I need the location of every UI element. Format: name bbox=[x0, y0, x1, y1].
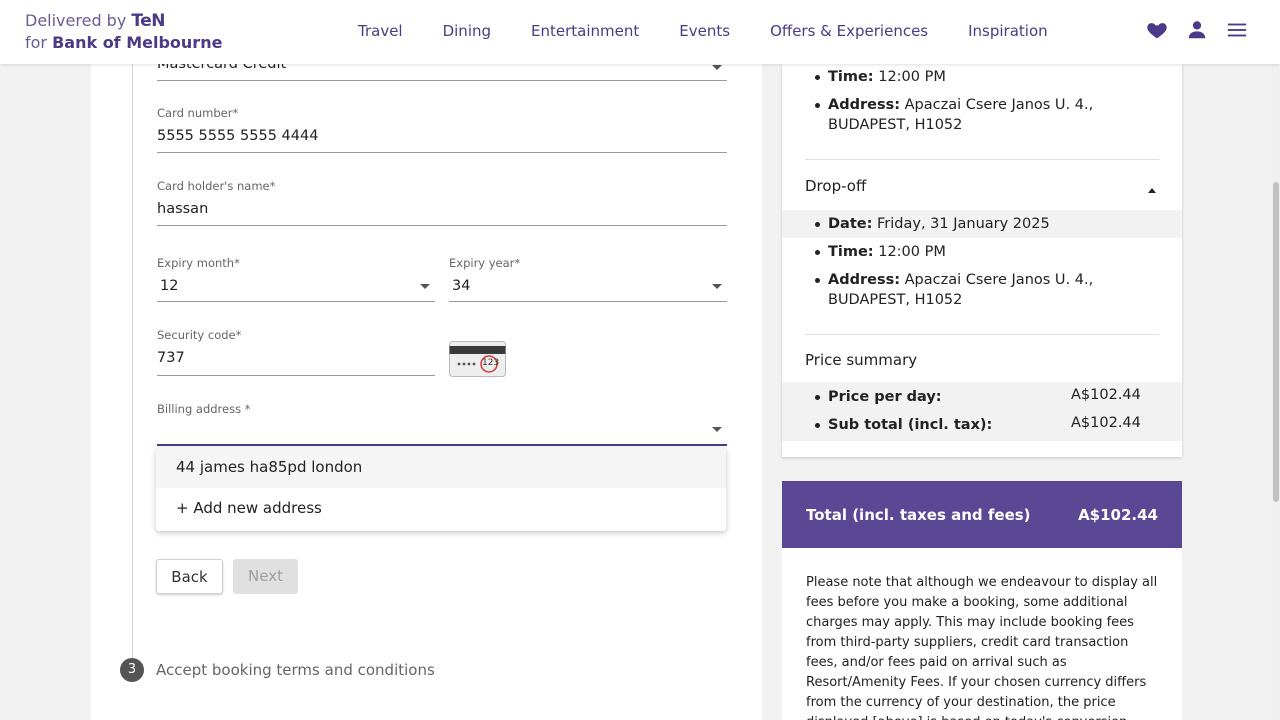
pickup-address-label: Address: bbox=[828, 97, 901, 113]
price-per-day-label: Price per day: bbox=[828, 389, 942, 405]
card-holder-value: hassan bbox=[157, 201, 209, 217]
pickup-time-label: Time: bbox=[828, 69, 874, 85]
cvv-hint-card-icon: 123 bbox=[449, 341, 506, 377]
price-per-day-row: Price per day: bbox=[815, 387, 942, 407]
bank-name: Bank of Melbourne bbox=[52, 33, 223, 52]
card-number-value: 5555 5555 5555 4444 bbox=[157, 128, 319, 144]
nav-travel[interactable]: Travel bbox=[358, 22, 403, 40]
dropoff-date-label: Date: bbox=[828, 216, 873, 232]
brand-delivered-by: Delivered by bbox=[25, 11, 127, 30]
subtotal-label: Sub total (incl. tax): bbox=[828, 417, 993, 433]
subtotal-row: Sub total (incl. tax): bbox=[814, 415, 993, 435]
expiry-month-value: 12 bbox=[160, 278, 179, 294]
top-navigation-bar: Delivered by TeN for Bank of Melbourne T… bbox=[0, 0, 1280, 64]
step-label: Accept booking terms and conditions bbox=[156, 661, 435, 679]
price-per-day-value: A$102.44 bbox=[1071, 387, 1141, 403]
divider bbox=[805, 159, 1159, 160]
card-holder-field[interactable]: Card holder's name* hassan bbox=[157, 179, 727, 226]
divider bbox=[805, 334, 1159, 335]
subtotal-value: A$102.44 bbox=[1071, 415, 1141, 431]
dropoff-address-label: Address: bbox=[828, 272, 901, 288]
dropoff-title[interactable]: Drop-off bbox=[805, 177, 866, 195]
security-code-label: Security code* bbox=[157, 328, 242, 342]
step-number-badge: 3 bbox=[120, 658, 144, 682]
billing-address-label: Billing address * bbox=[157, 402, 251, 416]
security-code-field[interactable]: Security code* 737 bbox=[157, 328, 435, 376]
pickup-time: Time: 12:00 PM bbox=[815, 67, 946, 87]
card-number-label: Card number* bbox=[157, 106, 239, 120]
expiry-month-select[interactable]: Expiry month* 12 bbox=[157, 256, 435, 302]
brand-logo[interactable]: Delivered by TeN for Bank of Melbourne bbox=[25, 10, 222, 54]
dropoff-time: Time: 12:00 PM bbox=[815, 242, 946, 262]
user-icon[interactable] bbox=[1186, 19, 1208, 41]
scrollbar-thumb[interactable] bbox=[1273, 182, 1279, 502]
dropoff-date-value: Friday, 31 January 2025 bbox=[877, 216, 1050, 232]
card-holder-label: Card holder's name* bbox=[157, 179, 276, 193]
expiry-year-select[interactable]: Expiry year* 34 bbox=[449, 256, 727, 302]
main-nav: Travel Dining Entertainment Events Offer… bbox=[358, 22, 1048, 40]
expiry-year-label: Expiry year* bbox=[449, 256, 521, 270]
chevron-down-icon bbox=[420, 284, 430, 289]
pickup-address-line2: BUDAPEST, H1052 bbox=[828, 117, 963, 133]
pickup-time-value: 12:00 PM bbox=[878, 69, 946, 85]
expiry-month-label: Expiry month* bbox=[157, 256, 240, 270]
dropoff-address: Address: Apaczai Csere Janos U. 4., BUDAP… bbox=[814, 270, 1094, 310]
expiry-year-value: 34 bbox=[452, 278, 471, 294]
nav-dining[interactable]: Dining bbox=[443, 22, 491, 40]
heart-icon[interactable] bbox=[1146, 19, 1168, 41]
nav-offers-experiences[interactable]: Offers & Experiences bbox=[770, 22, 928, 40]
pickup-address: Address: Apaczai Csere Janos U. 4., BUDAP… bbox=[814, 95, 1094, 135]
total-value: A$102.44 bbox=[1078, 506, 1158, 524]
chevron-down-icon bbox=[712, 427, 722, 432]
nav-inspiration[interactable]: Inspiration bbox=[968, 22, 1048, 40]
nav-entertainment[interactable]: Entertainment bbox=[531, 22, 639, 40]
card-number-field[interactable]: Card number* 5555 5555 5555 4444 bbox=[157, 106, 727, 153]
total-bar: Total (incl. taxes and fees) A$102.44 bbox=[782, 481, 1182, 548]
back-button[interactable]: Back bbox=[156, 559, 223, 594]
brand-for: for bbox=[25, 33, 47, 52]
header-icons bbox=[1146, 19, 1248, 41]
step-connector-line bbox=[132, 64, 133, 659]
dropoff-address-line2: BUDAPEST, H1052 bbox=[828, 292, 963, 308]
billing-address-dropdown: 44 james ha85pd london + Add new address bbox=[156, 447, 726, 531]
billing-option-existing[interactable]: 44 james ha85pd london bbox=[156, 447, 726, 488]
booking-summary-card: Time: 12:00 PM Address: Apaczai Csere Ja… bbox=[782, 64, 1182, 457]
fees-disclaimer: Please note that although we endeavour t… bbox=[782, 548, 1182, 720]
billing-option-add-new[interactable]: + Add new address bbox=[156, 488, 726, 529]
dropoff-time-label: Time: bbox=[828, 244, 874, 260]
billing-address-select[interactable]: Billing address * bbox=[157, 402, 727, 446]
payment-form-panel: Mastercard Credit Card number* 5555 5555… bbox=[91, 56, 762, 720]
cvv-hint-digits: 123 bbox=[482, 358, 500, 368]
dropoff-address-line1: Apaczai Csere Janos U. 4., bbox=[904, 272, 1094, 288]
price-summary-title: Price summary bbox=[805, 351, 918, 369]
pickup-address-line1: Apaczai Csere Janos U. 4., bbox=[904, 97, 1094, 113]
nav-events[interactable]: Events bbox=[679, 22, 730, 40]
page-scrollbar[interactable] bbox=[1272, 64, 1280, 720]
step-accept-terms[interactable]: 3 Accept booking terms and conditions bbox=[120, 658, 435, 682]
chevron-down-icon bbox=[712, 284, 722, 289]
ten-logo: TeN bbox=[131, 11, 166, 31]
chevron-up-icon[interactable] bbox=[1148, 188, 1156, 193]
total-label: Total (incl. taxes and fees) bbox=[806, 506, 1031, 524]
security-code-value: 737 bbox=[157, 350, 185, 366]
next-button[interactable]: Next bbox=[233, 559, 298, 594]
dropoff-date: Date: Friday, 31 January 2025 bbox=[815, 214, 1050, 234]
dropoff-time-value: 12:00 PM bbox=[878, 244, 946, 260]
chevron-down-icon bbox=[712, 65, 722, 70]
menu-icon[interactable] bbox=[1226, 19, 1248, 41]
